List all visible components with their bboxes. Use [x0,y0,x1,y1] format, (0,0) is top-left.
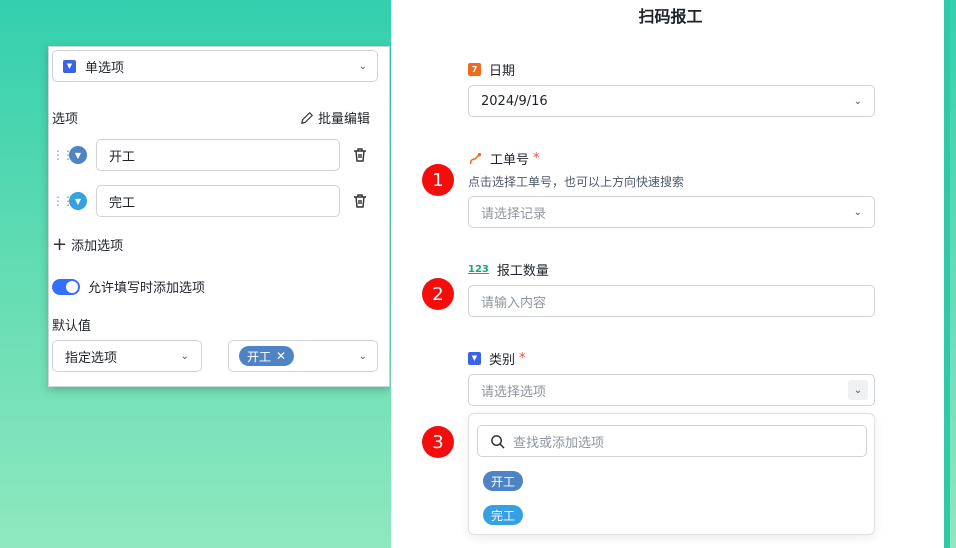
dropdown-type-icon: ▼ [63,59,76,73]
option-row-2: ⋮⋮ ▼ 完工 [52,185,372,217]
option-search-placeholder: 查找或添加选项 [513,435,605,451]
option-search-input[interactable]: 查找或添加选项 [477,425,867,457]
work-order-select[interactable]: 请选择记录 ⌄ [468,196,875,228]
option-row-1: ⋮⋮ ▼ 开工 [52,139,372,171]
chevron-down-icon: ⌄ [853,95,862,107]
work-order-hint: 点击选择工单号，也可以上方向快速搜索 [468,175,685,189]
category-select[interactable]: 请选择选项 ⌄ [468,374,875,406]
category-placeholder: 请选择选项 [481,384,547,400]
batch-edit-button[interactable]: 批量编辑 [300,108,370,127]
chevron-down-icon: ⌄ [358,60,367,72]
dropdown-option[interactable]: 完工 [483,505,524,525]
quantity-label: 报工数量 [496,264,549,279]
field-type-select[interactable]: ▼ 单选项 ⌄ [52,50,378,82]
annotation-badge-2: 2 [422,278,454,310]
batch-edit-label: 批量编辑 [317,112,370,127]
annotation-badge-3: 3 [422,426,454,458]
drag-handle-icon[interactable]: ⋮⋮ [52,148,74,162]
right-edge-rail [944,0,950,548]
required-mark: * [533,151,540,166]
work-order-label: 工单号 [490,153,530,168]
chevron-down-icon: ⌄ [180,350,189,362]
date-label: 日期 [489,64,516,79]
option-color-picker[interactable]: ▼ [69,192,87,210]
option-input[interactable]: 完工 [96,185,340,217]
quantity-input[interactable]: 请输入内容 [468,285,875,317]
options-title: 选项 [52,112,79,127]
dropdown-option-label: 完工 [491,508,516,523]
work-order-placeholder: 请选择记录 [481,206,547,222]
plus-icon: + [52,233,68,255]
allow-add-option-label: 允许填写时添加选项 [88,281,206,296]
chevron-down-icon: ⌄ [853,206,862,218]
default-value-title: 默认值 [52,319,92,334]
dropdown-type-icon: ▼ [468,352,481,365]
chevron-down-icon[interactable]: ⌄ [848,380,868,400]
default-value-tag: 开工 ✕ [239,346,295,366]
dropdown-option[interactable]: 开工 [483,471,524,491]
trash-icon[interactable] [352,193,368,209]
option-input[interactable]: 开工 [96,139,340,171]
chevron-down-icon: ⌄ [358,350,367,362]
default-value-select[interactable]: 开工 ✕ ⌄ [228,340,378,372]
work-order-field-label: 工单号 * [468,149,540,168]
annotation-badge-1: 1 [422,164,454,196]
dropdown-option-label: 开工 [491,474,516,489]
link-record-icon [469,152,482,164]
form-title: 扫码报工 [638,7,703,26]
category-label: 类别 [489,353,516,368]
quantity-placeholder: 请输入内容 [481,295,547,311]
number-icon: 123 [468,264,489,275]
quantity-field-label: 123 报工数量 [468,260,549,279]
option-color-picker[interactable]: ▼ [69,146,87,164]
search-icon [491,434,505,448]
add-option-button[interactable]: + 添加选项 [52,235,123,254]
pencil-icon [301,111,313,124]
date-value: 2024/9/16 [481,93,548,109]
category-dropdown: 查找或添加选项 开工 完工 [468,413,875,535]
allow-add-option-toggle[interactable] [52,278,80,295]
default-mode-select[interactable]: 指定选项 ⌄ [52,340,202,372]
default-value-tag-label: 开工 [247,349,272,364]
drag-handle-icon[interactable]: ⋮⋮ [52,194,74,208]
date-select[interactable]: 2024/9/16 ⌄ [468,85,875,117]
required-mark: * [519,351,526,366]
trash-icon[interactable] [352,147,368,163]
remove-tag-icon[interactable]: ✕ [276,349,286,363]
add-option-label: 添加选项 [71,239,124,254]
category-field-label: ▼ 类别 * [468,349,526,368]
field-type-label: 单选项 [85,60,125,76]
allow-add-option-row: 允许填写时添加选项 [52,277,205,296]
form-preview: 扫码报工 7 日期 2024/9/16 ⌄ 工单号 * 点击选择工单号，也可以上… [391,0,950,548]
date-field-label: 7 日期 [468,60,515,79]
option-input-value: 完工 [109,195,136,211]
default-mode-value: 指定选项 [65,350,118,366]
calendar-icon: 7 [468,63,481,76]
option-input-value: 开工 [109,149,136,165]
option-settings-panel: ▼ 单选项 ⌄ 选项 批量编辑 ⋮⋮ ▼ 开工 ⋮⋮ ▼ 完工 + 添加选项 允… [48,46,390,387]
